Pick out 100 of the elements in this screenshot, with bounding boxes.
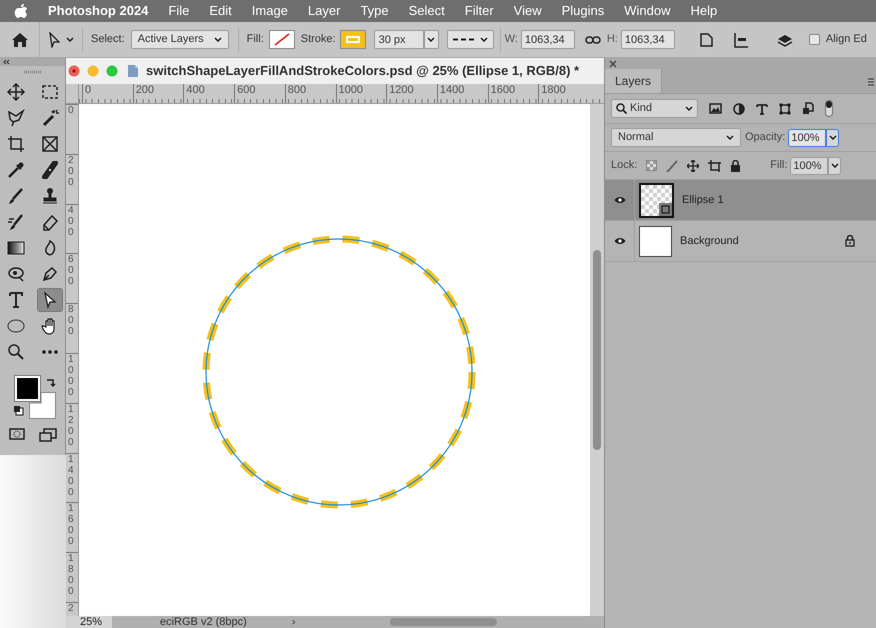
no-fill-icon <box>272 33 291 46</box>
quick-mask-icon <box>8 428 24 440</box>
background-color-swatch[interactable] <box>28 392 56 419</box>
document-tab[interactable]: switchShapeLayerFillAndStrokeColors.psd @ 25% (Ellipse 1, RGB/8) * <box>66 58 604 84</box>
lock-pixels-icon <box>666 160 678 172</box>
history-brush-icon <box>6 213 24 231</box>
stroke-width-field[interactable]: 30 px <box>374 30 424 49</box>
fill-field[interactable]: 100% <box>790 156 828 174</box>
select-dropdown[interactable]: Active Layers <box>130 30 229 49</box>
grip-icon <box>22 70 42 74</box>
type-icon <box>6 291 24 309</box>
foreground-color-swatch[interactable] <box>14 376 40 401</box>
ruler-label: 0 <box>66 104 78 116</box>
zoom-level[interactable]: 25% <box>66 616 112 628</box>
magic-wand-icon <box>40 109 58 127</box>
tool-button[interactable] <box>36 288 62 312</box>
fill-label: Fill: <box>770 158 788 174</box>
type-filter-icon <box>756 102 768 114</box>
stroke-style-dropdown[interactable] <box>446 30 494 49</box>
eraser-icon <box>40 213 58 231</box>
layer-row[interactable]: Ellipse 1 <box>605 180 876 221</box>
status-menu-arrow[interactable]: › <box>292 616 296 628</box>
pointer-icon <box>48 32 60 48</box>
fill-label: Fill: <box>246 32 264 48</box>
align-edges-checkbox[interactable] <box>808 34 820 45</box>
eye-icon <box>614 237 626 245</box>
search-icon <box>6 343 24 361</box>
default-colors-icon <box>12 405 24 416</box>
frame-icon <box>40 135 58 153</box>
scrollbar-thumb[interactable] <box>593 250 601 450</box>
filter-kind-dropdown[interactable]: Kind <box>611 99 698 118</box>
stroke-swatch[interactable] <box>340 30 366 49</box>
home-icon <box>10 32 28 48</box>
gradient-icon <box>6 239 24 257</box>
layer-thumbnail <box>639 226 672 256</box>
shape-filter-icon <box>779 102 791 114</box>
height-field[interactable]: 1063,34 <box>620 30 675 49</box>
shape-layer-icon <box>661 204 670 214</box>
filter-toggle[interactable] <box>825 100 833 117</box>
lock-transparency-icon <box>646 160 658 171</box>
more-icon <box>40 350 58 354</box>
height-label: H: <box>606 32 618 48</box>
lock-label: Lock: <box>611 158 638 174</box>
minimize-window-icon <box>87 65 99 77</box>
fill-dropdown[interactable] <box>828 156 842 174</box>
caret-icon <box>480 37 488 42</box>
caret-icon <box>726 135 734 140</box>
bandage-icon <box>40 161 58 179</box>
path-alignment-button[interactable] <box>732 32 749 48</box>
menu-item[interactable]: Window <box>624 1 671 21</box>
ruler-label: 600 <box>66 253 78 288</box>
smart-object-filter-icon <box>802 102 814 115</box>
opacity-field[interactable]: 100% <box>788 128 826 146</box>
collapse-icon <box>2 59 10 65</box>
align-icon <box>732 32 749 48</box>
eyedropper-icon <box>6 161 24 179</box>
menu-item[interactable]: File <box>168 1 190 21</box>
select-label: Select: <box>91 32 125 48</box>
image-filter-icon <box>709 103 722 114</box>
dodge-icon <box>6 265 24 283</box>
menu-item[interactable]: Plugins <box>562 1 604 21</box>
menu-item[interactable]: Help <box>690 1 718 21</box>
eye-icon <box>614 196 626 204</box>
ruler-label: 1200 <box>66 402 78 448</box>
layer-row[interactable]: Background <box>605 221 876 262</box>
apple-icon <box>14 3 28 19</box>
document-title: switchShapeLayerFillAndStrokeColors.psd @ 25% (Ellipse 1, RGB/8) * <box>146 62 580 80</box>
menu-item[interactable]: Type <box>360 1 389 21</box>
ruler-label: 1000 <box>66 353 78 398</box>
ruler-label: 800 <box>66 303 78 338</box>
horizontal-scrollbar-thumb[interactable] <box>390 618 498 626</box>
panel-menu-icon <box>868 78 874 86</box>
ruler-label: 2 <box>66 602 78 614</box>
adjustment-filter-icon <box>733 102 745 114</box>
search-icon <box>616 103 627 114</box>
layer-name[interactable]: Ellipse 1 <box>682 192 845 208</box>
vertical-scrollbar[interactable] <box>590 104 604 616</box>
menu-item[interactable]: Filter <box>464 1 494 21</box>
opacity-dropdown[interactable] <box>826 128 840 146</box>
fill-swatch[interactable] <box>268 30 295 49</box>
move-icon <box>6 83 24 101</box>
menu-item[interactable]: Edit <box>209 1 232 21</box>
menu-item[interactable]: Image <box>252 1 288 21</box>
swap-colors-icon <box>44 377 56 388</box>
app-name[interactable]: Photoshop 2024 <box>48 1 148 21</box>
layer-name[interactable]: Background <box>680 232 845 250</box>
menu-item[interactable]: View <box>514 1 542 21</box>
blend-mode-dropdown[interactable]: Normal <box>611 128 741 147</box>
menu-item[interactable]: Layer <box>308 1 340 21</box>
width-field[interactable]: 1063,34 <box>520 30 575 49</box>
document-file-icon <box>127 64 139 78</box>
menu-item[interactable]: Select <box>408 1 445 21</box>
lock-icon <box>845 235 855 247</box>
width-label: W: <box>504 32 518 48</box>
brush-icon <box>6 187 24 205</box>
stroke-width-dropdown[interactable] <box>424 30 439 49</box>
path-operations-button[interactable] <box>698 32 715 48</box>
panel-tab[interactable]: Layers <box>605 69 662 93</box>
stamp-icon <box>40 187 58 205</box>
caret-icon <box>214 37 222 42</box>
